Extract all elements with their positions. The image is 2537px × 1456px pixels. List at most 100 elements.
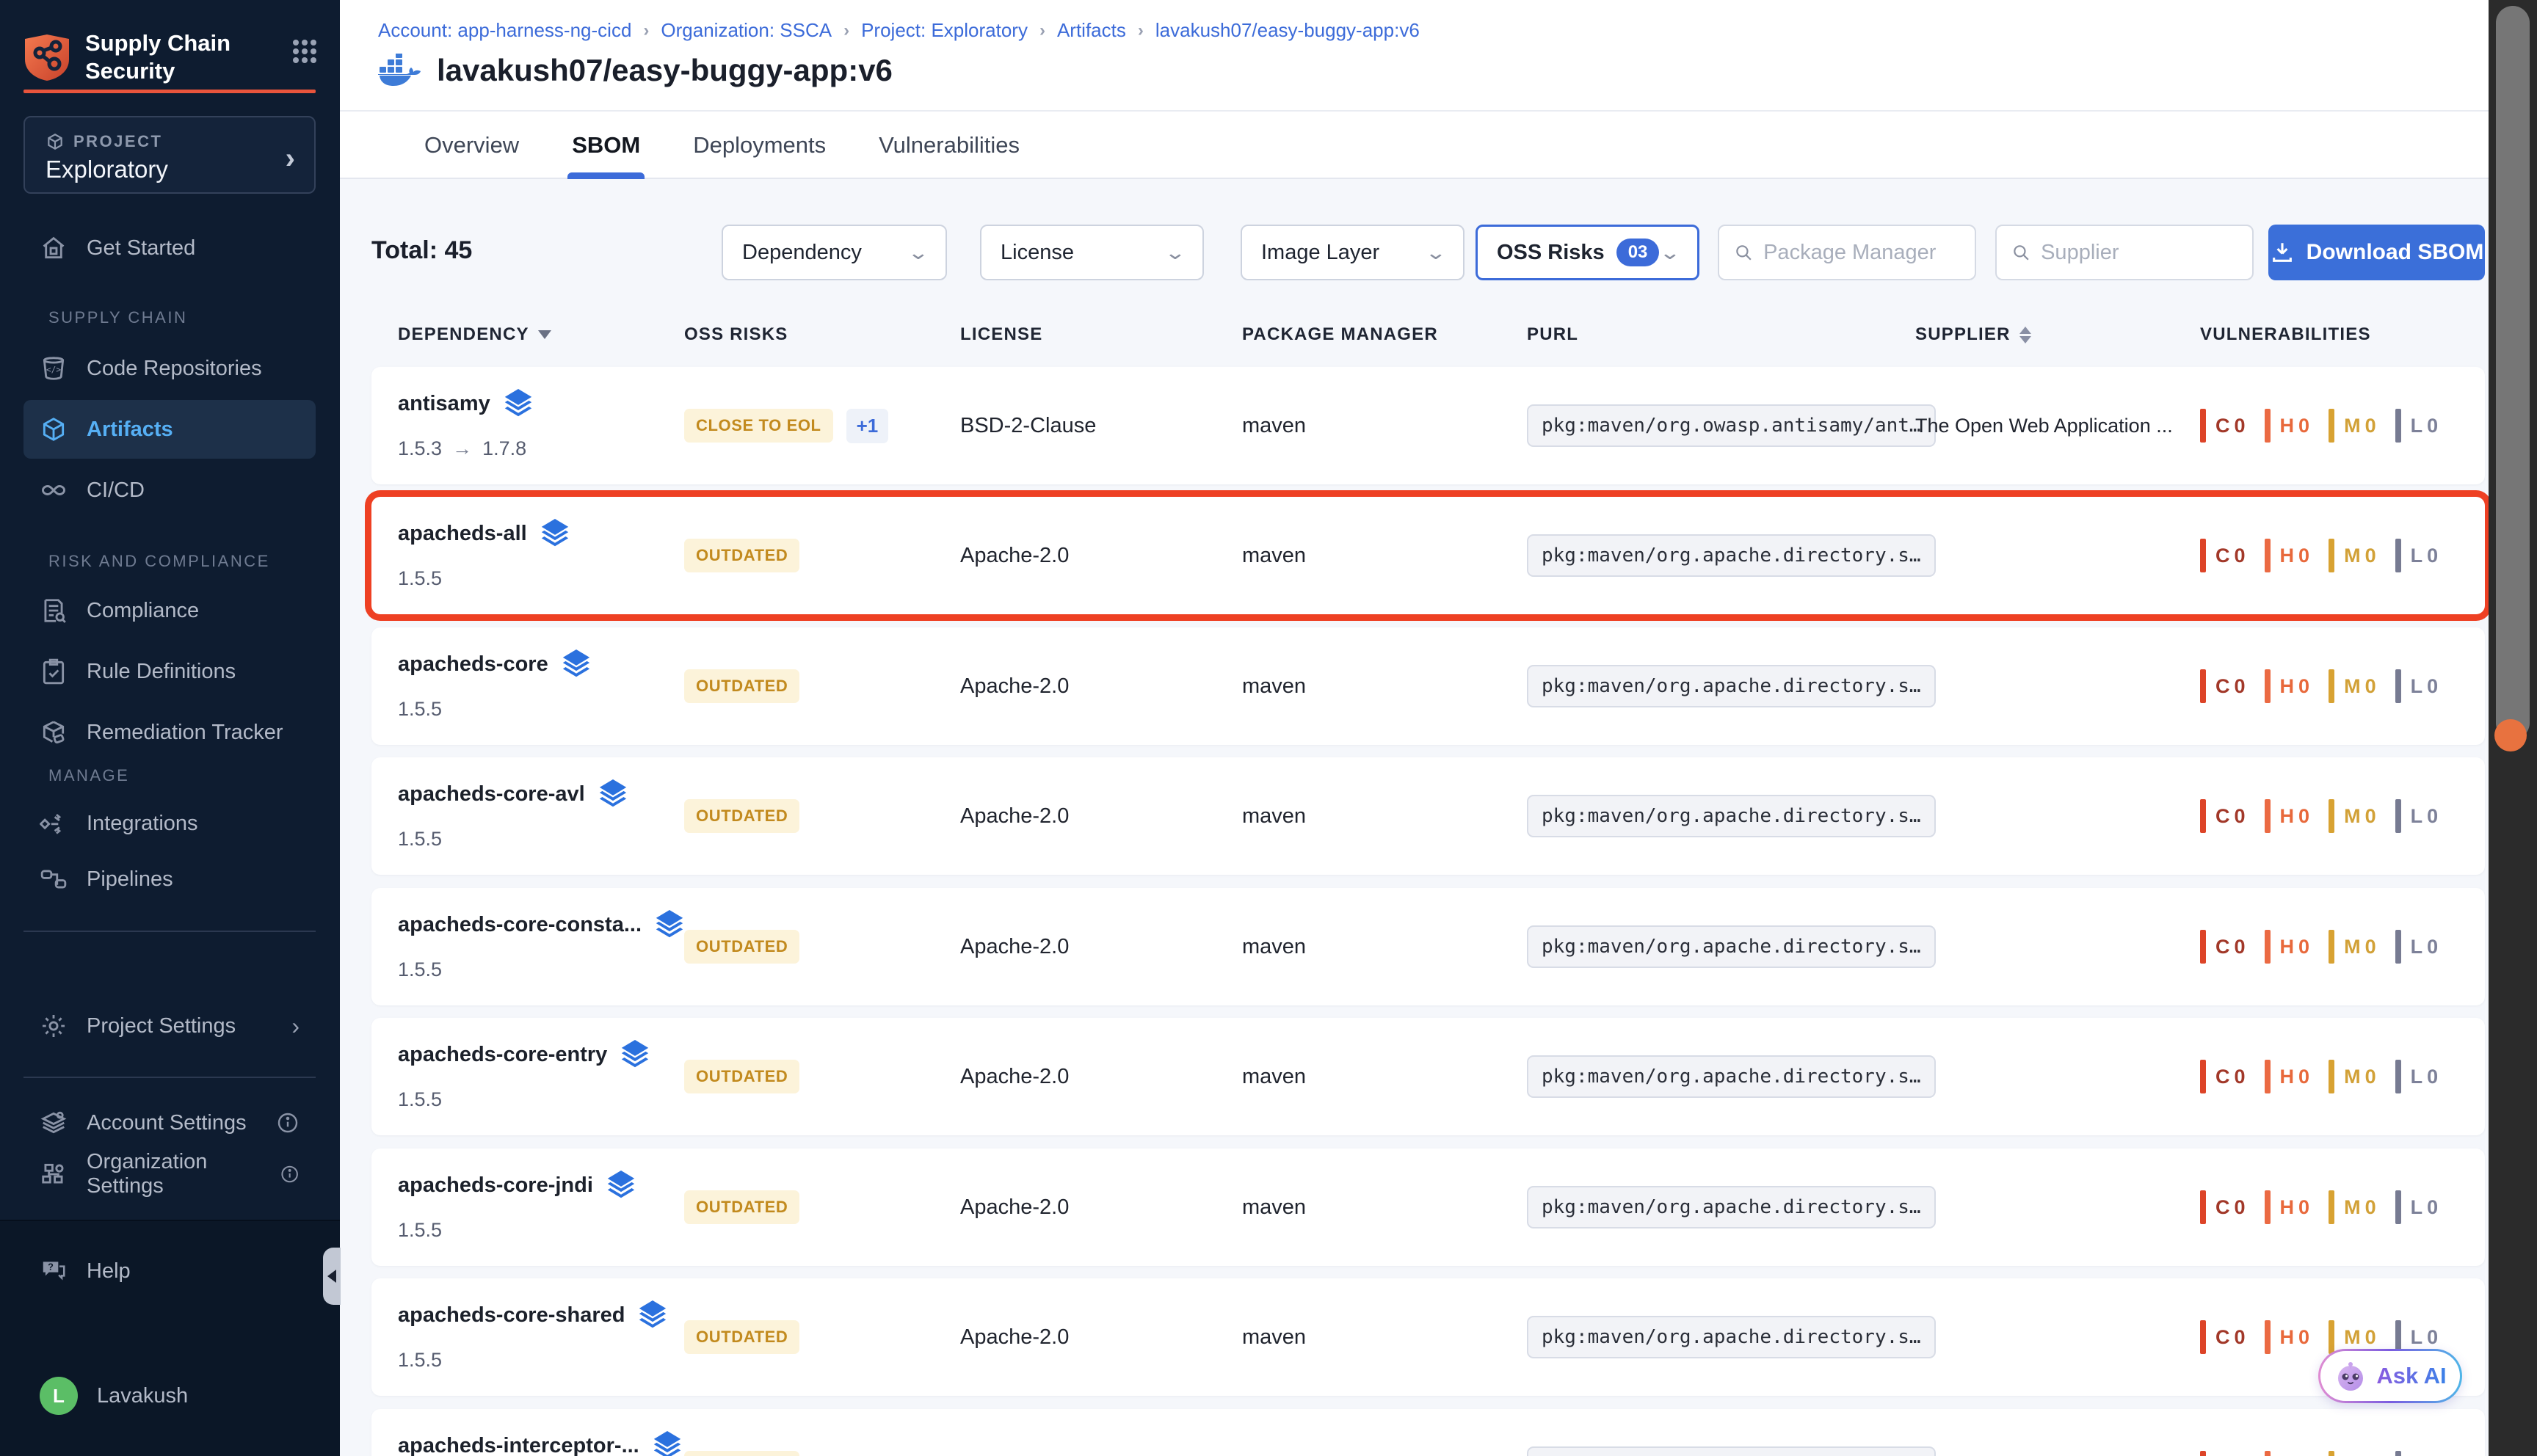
- table-row[interactable]: apacheds-core-consta... 1.5.5 OUTDATED A…: [371, 888, 2485, 1005]
- project-selector[interactable]: PROJECT Exploratory ›: [23, 116, 316, 194]
- purl-chip[interactable]: pkg:maven/org.apache.directory.s…: [1527, 1446, 1936, 1456]
- clipboard-check-icon: [40, 658, 68, 685]
- purl-chip[interactable]: pkg:maven/org.apache.directory.s…: [1527, 665, 1936, 707]
- package-manager-input[interactable]: [1763, 241, 1960, 265]
- sidebar-item-rule-definitions[interactable]: Rule Definitions: [23, 642, 316, 701]
- sidebar-item-get-started[interactable]: Get Started: [23, 219, 316, 277]
- sidebar-collapse-handle[interactable]: [323, 1248, 341, 1305]
- layers-icon: [502, 389, 534, 418]
- table-row[interactable]: apacheds-core-jndi 1.5.5 OUTDATED Apache…: [371, 1149, 2485, 1266]
- sidebar-item-cicd[interactable]: CI/CD: [23, 461, 316, 520]
- layers-icon: [605, 1171, 637, 1200]
- layers-icon: [597, 779, 629, 809]
- project-label: PROJECT: [73, 132, 162, 151]
- gear-icon: [40, 1012, 68, 1040]
- vuln-c-count: C0: [2200, 1320, 2247, 1354]
- breadcrumb-organization[interactable]: Organization: SSCA: [661, 19, 832, 42]
- page-title: lavakush07/easy-buggy-app:v6: [437, 53, 893, 88]
- chevron-right-icon: ›: [291, 1013, 300, 1040]
- filter-row: Total: 45 Dependency⌄ License⌄ Image Lay…: [340, 225, 2489, 280]
- vulnerabilities-cell: C0H0M0L0: [2200, 627, 2457, 745]
- download-sbom-button[interactable]: Download SBOM: [2268, 225, 2485, 280]
- table-row[interactable]: apacheds-core-entry 1.5.5 OUTDATED Apach…: [371, 1018, 2485, 1135]
- column-dependency[interactable]: DEPENDENCY: [398, 324, 551, 345]
- sidebar-item-remediation-tracker[interactable]: Remediation Tracker: [23, 703, 316, 762]
- oss-risks-cell: OUTDATED: [684, 1018, 799, 1135]
- license-cell: Apache-2.0: [960, 1018, 1069, 1135]
- column-supplier[interactable]: SUPPLIER: [1915, 324, 2031, 345]
- vuln-l-count: L0: [2395, 1060, 2440, 1093]
- table-row-highlighted[interactable]: apacheds-all 1.5.5 OUTDATED Apache-2.0 m…: [371, 497, 2485, 614]
- sidebar-item-account-settings[interactable]: Account Settings: [23, 1093, 316, 1152]
- tab-vulnerabilities[interactable]: Vulnerabilities: [879, 112, 1020, 179]
- app-logo: Supply ChainSecurity: [23, 29, 317, 85]
- table-row[interactable]: antisamy 1.5.3→1.7.8 CLOSE TO EOL +1 BSD…: [371, 367, 2485, 484]
- vuln-h-count: H0: [2265, 539, 2312, 572]
- sidebar-item-pipelines[interactable]: Pipelines: [23, 850, 316, 909]
- supplier-input[interactable]: [2041, 241, 2237, 265]
- app-grid-icon[interactable]: [291, 38, 318, 65]
- dependency-cell: apacheds-interceptor-... 1.5.5: [398, 1431, 683, 1456]
- tab-sbom[interactable]: SBOM: [572, 112, 640, 179]
- sidebar-item-organization-settings[interactable]: Organization Settings: [23, 1145, 316, 1204]
- tab-deployments[interactable]: Deployments: [693, 112, 826, 179]
- table-row[interactable]: apacheds-core 1.5.5 OUTDATED Apache-2.0 …: [371, 627, 2485, 745]
- infinity-icon: [40, 476, 68, 504]
- sidebar-item-label: Rule Definitions: [87, 660, 236, 684]
- download-icon: [2270, 240, 2295, 265]
- version: 1.5.5: [398, 1349, 669, 1372]
- purl-chip[interactable]: pkg:maven/org.apache.directory.s…: [1527, 1316, 1936, 1358]
- breadcrumb-artifact-name[interactable]: lavakush07/easy-buggy-app:v6: [1155, 19, 1420, 42]
- license-filter-select[interactable]: License⌄: [980, 225, 1204, 280]
- dependency-cell: apacheds-all 1.5.5: [398, 519, 571, 590]
- vuln-c-count: C0: [2200, 799, 2247, 833]
- package-manager-cell: maven: [1242, 367, 1306, 484]
- sidebar-item-artifacts[interactable]: Artifacts: [23, 400, 316, 459]
- risk-badge: OUTDATED: [684, 1451, 799, 1456]
- info-icon[interactable]: [276, 1111, 300, 1135]
- risk-extra-badge[interactable]: +1: [846, 409, 889, 443]
- tabs-bar: Overview SBOM Deployments Vulnerabilitie…: [340, 112, 2489, 179]
- dependency-cell: antisamy 1.5.3→1.7.8: [398, 389, 534, 460]
- purl-chip[interactable]: pkg:maven/org.apache.directory.s…: [1527, 534, 1936, 577]
- supplier-cell: The Open Web Application ...: [1915, 367, 2173, 484]
- table-row[interactable]: apacheds-core-shared 1.5.5 OUTDATED Apac…: [371, 1278, 2485, 1396]
- sidebar-item-compliance[interactable]: Compliance: [23, 581, 316, 640]
- breadcrumb-account[interactable]: Account: app-harness-ng-cicd: [378, 19, 631, 42]
- dependency-filter-select[interactable]: Dependency⌄: [722, 225, 947, 280]
- package-manager-cell: maven: [1242, 888, 1306, 1005]
- breadcrumb-artifacts[interactable]: Artifacts: [1057, 19, 1126, 42]
- sidebar-item-label: Compliance: [87, 599, 199, 623]
- purl-chip[interactable]: pkg:maven/org.apache.directory.s…: [1527, 1055, 1936, 1098]
- vuln-h-count: H0: [2265, 1060, 2312, 1093]
- table-row[interactable]: apacheds-core-avl 1.5.5 OUTDATED Apache-…: [371, 757, 2485, 875]
- sidebar-item-project-settings[interactable]: Project Settings ›: [23, 997, 316, 1055]
- column-license: LICENSE: [960, 324, 1042, 345]
- chevron-down-icon: ⌄: [1425, 241, 1448, 264]
- oss-risks-filter-select[interactable]: OSS Risks 03 ⌄: [1476, 225, 1699, 280]
- ask-ai-button[interactable]: Ask AI: [2318, 1349, 2462, 1403]
- breadcrumb-project[interactable]: Project: Exploratory: [861, 19, 1028, 42]
- vuln-c-count: C0: [2200, 409, 2247, 443]
- purl-chip[interactable]: pkg:maven/org.owasp.antisamy/ant…: [1527, 404, 1936, 447]
- sidebar-item-integrations[interactable]: Integrations: [23, 794, 316, 853]
- tab-overview[interactable]: Overview: [424, 112, 519, 179]
- vuln-h-count: H0: [2265, 669, 2312, 703]
- info-icon[interactable]: [280, 1162, 300, 1186]
- dependency-name: apacheds-core-shared: [398, 1303, 625, 1328]
- page-header: Account: app-harness-ng-cicd › Organizat…: [340, 0, 2489, 112]
- sidebar-item-help[interactable]: ? Help: [23, 1242, 316, 1300]
- image-layer-filter-select[interactable]: Image Layer⌄: [1241, 225, 1465, 280]
- sidebar-item-code-repositories[interactable]: </> Code Repositories: [23, 339, 316, 398]
- purl-chip[interactable]: pkg:maven/org.apache.directory.s…: [1527, 925, 1936, 968]
- sidebar-item-user[interactable]: L Lavakush: [23, 1366, 316, 1425]
- table-row[interactable]: apacheds-interceptor-... 1.5.5 OUTDATED …: [371, 1409, 2485, 1456]
- section-supply-chain: SUPPLY CHAIN: [48, 308, 187, 327]
- dependency-name: apacheds-all: [398, 522, 527, 546]
- document-search-icon: [40, 597, 68, 625]
- purl-chip[interactable]: pkg:maven/org.apache.directory.s…: [1527, 795, 1936, 837]
- purl-cell: pkg:maven/org.apache.directory.s…: [1527, 497, 1936, 614]
- scrollbar-thumb[interactable]: [2496, 6, 2530, 740]
- vuln-c-count: C0: [2200, 669, 2247, 703]
- purl-chip[interactable]: pkg:maven/org.apache.directory.s…: [1527, 1186, 1936, 1228]
